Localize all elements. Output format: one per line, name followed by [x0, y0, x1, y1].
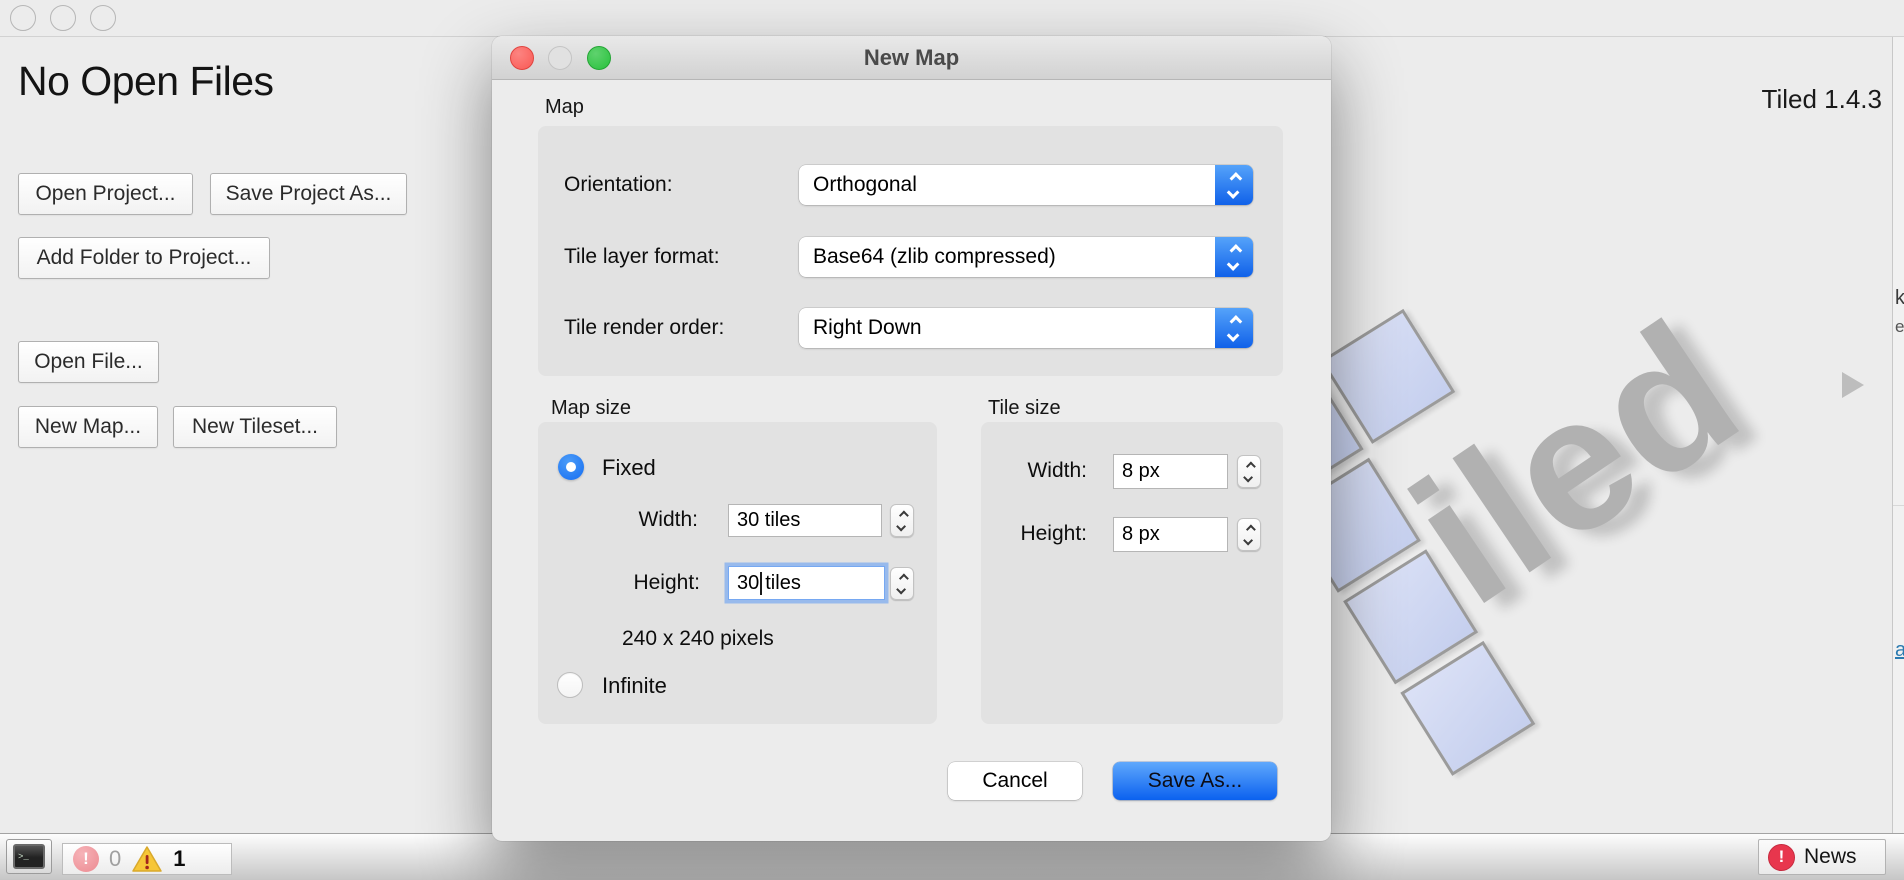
tile-render-order-select[interactable]: Right Down: [799, 308, 1253, 348]
infinite-radio-label: Infinite: [602, 673, 667, 699]
right-edge-panel: k e a: [1892, 37, 1904, 833]
chevron-down-icon: [896, 584, 906, 594]
text-cursor: [760, 572, 762, 595]
error-icon: !: [73, 846, 99, 872]
chevron-up-down-icon[interactable]: [1215, 237, 1253, 277]
panel-divider: [1893, 505, 1904, 506]
fixed-radio-label: Fixed: [602, 455, 656, 481]
tile-render-order-value: Right Down: [799, 316, 1215, 340]
warning-count: 1: [173, 846, 185, 872]
error-count: 0: [109, 846, 121, 872]
open-project-button[interactable]: Open Project...: [18, 173, 193, 215]
cancel-button[interactable]: Cancel: [948, 762, 1082, 800]
map-height-label: Height:: [588, 571, 700, 595]
map-height-input[interactable]: 30 tiles: [728, 566, 885, 600]
news-button[interactable]: ! News: [1758, 839, 1886, 875]
tile-width-label: Width:: [992, 459, 1087, 483]
orientation-label: Orientation:: [564, 165, 673, 205]
orientation-value: Orthogonal: [799, 173, 1215, 197]
map-section-label: Map: [545, 96, 584, 119]
tile-width-input[interactable]: 8 px: [1113, 454, 1228, 489]
warning-icon: [131, 845, 163, 873]
chevron-up-icon: [1245, 524, 1255, 534]
tile-layer-format-label: Tile layer format:: [564, 237, 720, 277]
tile-height-value: 8 px: [1122, 523, 1160, 546]
version-label: Tiled 1.4.3: [1762, 84, 1882, 115]
news-badge-icon: !: [1768, 844, 1795, 871]
map-size-section-label: Map size: [551, 397, 631, 420]
chevron-down-icon: [1243, 472, 1253, 482]
new-map-button[interactable]: New Map...: [18, 406, 158, 448]
tile-layer-format-select[interactable]: Base64 (zlib compressed): [799, 237, 1253, 277]
tile-layer-format-value: Base64 (zlib compressed): [799, 245, 1215, 269]
chevron-up-down-icon[interactable]: [1215, 308, 1253, 348]
map-width-label: Width:: [588, 508, 698, 532]
console-button[interactable]: >_: [6, 839, 52, 874]
window-zoom-button[interactable]: [90, 5, 116, 31]
new-tileset-button[interactable]: New Tileset...: [173, 406, 337, 448]
dialog-title: New Map: [492, 36, 1331, 80]
chevron-up-icon: [898, 510, 908, 520]
window-close-button[interactable]: [10, 5, 36, 31]
chevron-up-icon: [898, 573, 908, 583]
dialog-titlebar[interactable]: New Map: [492, 36, 1331, 80]
chevron-down-icon: [1243, 535, 1253, 545]
dialog-minimize-button[interactable]: [548, 46, 572, 70]
map-height-unit: tiles: [765, 572, 801, 595]
map-pixel-size-text: 240 x 240 pixels: [622, 627, 774, 651]
chevron-down-icon: [896, 521, 906, 531]
panel-text-fragment: e: [1895, 317, 1904, 337]
fixed-radio[interactable]: [558, 454, 584, 480]
tile-width-value: 8 px: [1122, 460, 1160, 483]
dialog-zoom-button[interactable]: [587, 46, 611, 70]
watermark-arrow-fragment: [1842, 372, 1864, 398]
console-icon: >_: [13, 844, 45, 869]
new-map-dialog: New Map Map Orientation: Orthogonal Tile…: [492, 36, 1331, 841]
tile-render-order-label: Tile render order:: [564, 308, 724, 348]
tile-height-stepper[interactable]: [1237, 518, 1261, 551]
issues-counter-panel[interactable]: ! 0 1: [62, 843, 232, 875]
save-project-as-button[interactable]: Save Project As...: [210, 173, 407, 215]
tile-width-stepper[interactable]: [1237, 455, 1261, 488]
map-width-value: 30 tiles: [737, 509, 800, 532]
add-folder-to-project-button[interactable]: Add Folder to Project...: [18, 237, 270, 279]
save-as-button[interactable]: Save As...: [1113, 762, 1277, 800]
orientation-select[interactable]: Orthogonal: [799, 165, 1253, 205]
panel-text-fragment: k: [1895, 287, 1904, 310]
news-button-label: News: [1804, 845, 1857, 869]
map-height-value: 30: [737, 572, 759, 595]
tile-height-input[interactable]: 8 px: [1113, 517, 1228, 552]
dialog-close-button[interactable]: [510, 46, 534, 70]
tiled-app-window: No Open Files Tiled 1.4.3 Open Project..…: [0, 0, 1904, 880]
map-width-stepper[interactable]: [890, 504, 914, 537]
window-minimize-button[interactable]: [50, 5, 76, 31]
open-file-button[interactable]: Open File...: [18, 341, 159, 383]
main-window-titlebar: [0, 0, 1904, 37]
page-title: No Open Files: [18, 58, 274, 105]
tile-size-section-label: Tile size: [988, 397, 1061, 420]
map-height-stepper[interactable]: [890, 567, 914, 600]
infinite-radio[interactable]: [557, 672, 583, 698]
chevron-up-down-icon[interactable]: [1215, 165, 1253, 205]
map-width-input[interactable]: 30 tiles: [728, 504, 882, 537]
chevron-up-icon: [1245, 461, 1255, 471]
panel-link-fragment[interactable]: a: [1895, 639, 1904, 662]
tile-height-label: Height:: [992, 522, 1087, 546]
